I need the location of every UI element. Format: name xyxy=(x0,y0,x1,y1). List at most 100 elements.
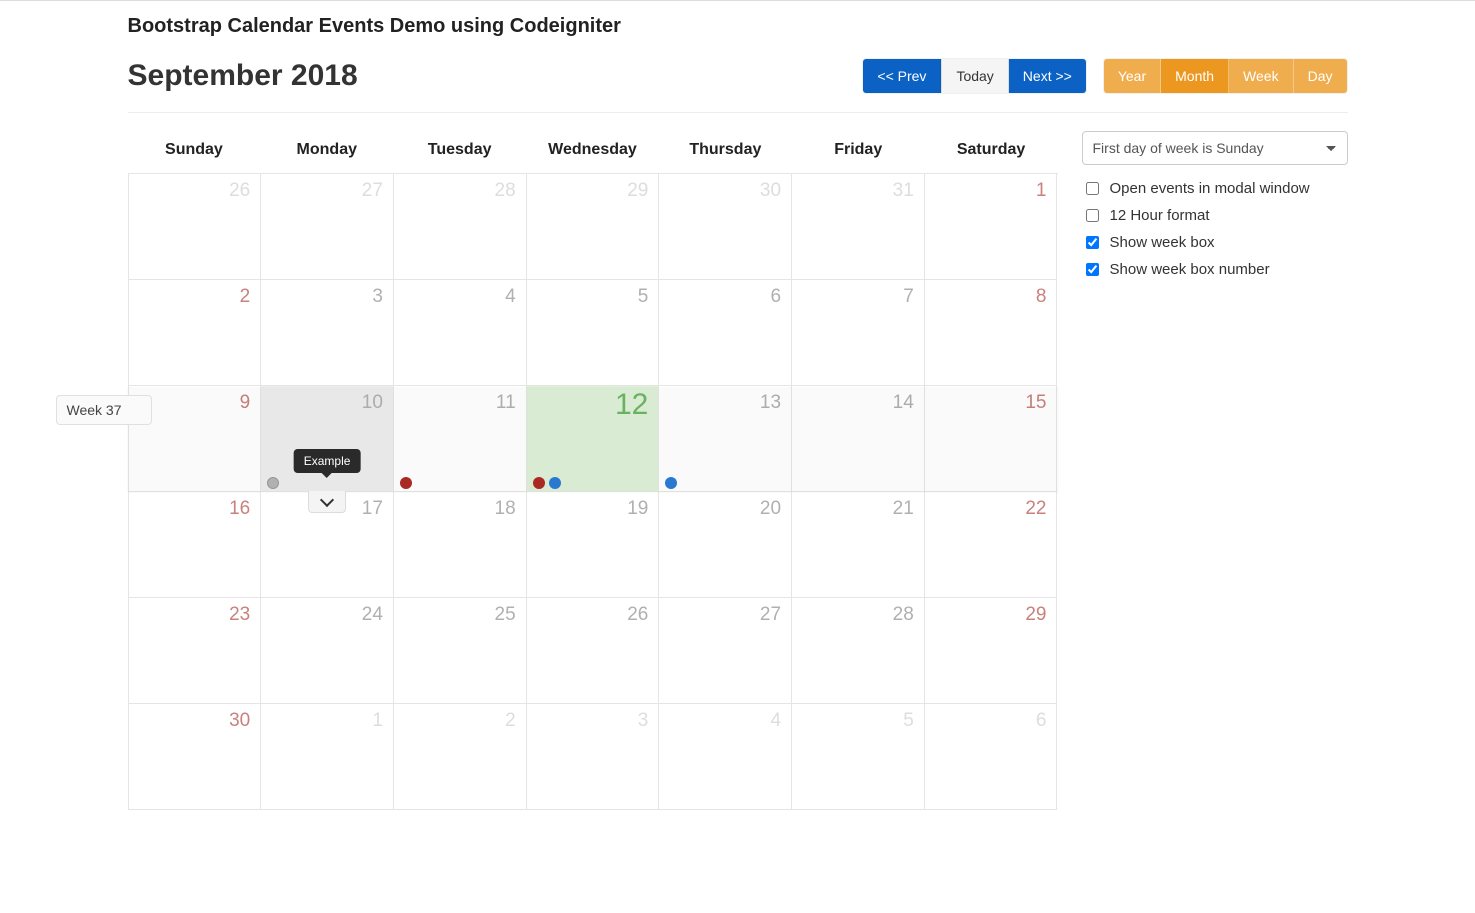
calendar-day-cell[interactable]: 8 xyxy=(925,280,1058,386)
calendar-day-cell[interactable]: 19 xyxy=(527,492,660,598)
page-title: Bootstrap Calendar Events Demo using Cod… xyxy=(128,15,1348,38)
calendar-day-cell[interactable]: 26 xyxy=(129,174,262,280)
day-number: 2 xyxy=(505,710,516,732)
calendar-day-cell[interactable]: 3 xyxy=(261,280,394,386)
calendar-day-cell[interactable]: 29 xyxy=(527,174,660,280)
option-checkbox[interactable] xyxy=(1086,236,1099,249)
calendar-day-cell[interactable]: 31 xyxy=(792,174,925,280)
day-number: 23 xyxy=(229,604,250,626)
day-number: 30 xyxy=(760,180,781,202)
calendar-day-cell[interactable]: 27 xyxy=(659,598,792,704)
calendar-day-cell[interactable]: 2 xyxy=(129,280,262,386)
expand-events-toggle[interactable] xyxy=(308,491,346,513)
calendar-day-cell[interactable]: 24 xyxy=(261,598,394,704)
view-year-button[interactable]: Year xyxy=(1104,59,1161,93)
day-number: 1 xyxy=(1036,180,1047,202)
day-number: 24 xyxy=(362,604,383,626)
calendar-day-cell[interactable]: 1 xyxy=(261,704,394,810)
calendar-day-cell[interactable]: 14 xyxy=(792,386,925,492)
calendar-day-cell[interactable]: 5 xyxy=(792,704,925,810)
option-checkbox[interactable] xyxy=(1086,209,1099,222)
day-number: 29 xyxy=(1025,604,1046,626)
day-number: 6 xyxy=(1036,710,1047,732)
event-dot[interactable] xyxy=(665,477,677,489)
day-number: 17 xyxy=(362,498,383,520)
calendar-day-cell[interactable]: 13 xyxy=(659,386,792,492)
day-number: 3 xyxy=(638,710,649,732)
calendar-day-cell[interactable]: 11 xyxy=(394,386,527,492)
day-number: 26 xyxy=(627,604,648,626)
calendar-day-cell[interactable]: 30 xyxy=(659,174,792,280)
view-day-button[interactable]: Day xyxy=(1294,59,1347,93)
calendar-day-cell[interactable]: 6 xyxy=(925,704,1058,810)
calendar-day-cell[interactable]: 6 xyxy=(659,280,792,386)
nav-button-group: << Prev Today Next >> xyxy=(862,58,1086,94)
calendar-day-cell[interactable]: 21 xyxy=(792,492,925,598)
option-checkbox[interactable] xyxy=(1086,263,1099,276)
calendar-day-cell[interactable]: 4 xyxy=(659,704,792,810)
option-label: Show week box number xyxy=(1110,261,1270,278)
day-number: 31 xyxy=(893,180,914,202)
option-label: Open events in modal window xyxy=(1110,180,1310,197)
event-dot[interactable] xyxy=(400,477,412,489)
day-number: 29 xyxy=(627,180,648,202)
calendar-day-cell[interactable]: 12 xyxy=(527,386,660,492)
next-button[interactable]: Next >> xyxy=(1009,59,1086,93)
calendar-day-cell[interactable]: 3 xyxy=(527,704,660,810)
calendar-day-cell[interactable]: 15 xyxy=(925,386,1058,492)
day-number: 4 xyxy=(505,286,516,308)
day-number: 26 xyxy=(229,180,250,202)
day-number: 11 xyxy=(496,392,516,414)
day-number: 22 xyxy=(1025,498,1046,520)
calendar-day-cell[interactable]: 23 xyxy=(129,598,262,704)
day-number: 8 xyxy=(1036,286,1047,308)
calendar-day-cell[interactable]: 29 xyxy=(925,598,1058,704)
calendar-day-cell[interactable]: 27 xyxy=(261,174,394,280)
day-number: 15 xyxy=(1025,392,1046,414)
view-month-button[interactable]: Month xyxy=(1161,59,1229,93)
day-number: 19 xyxy=(627,498,648,520)
calendar-day-cell[interactable]: 18 xyxy=(394,492,527,598)
event-dots xyxy=(665,477,677,489)
calendar-day-cell[interactable]: 1 xyxy=(925,174,1058,280)
event-dot[interactable] xyxy=(267,477,279,489)
calendar-month-title: September 2018 xyxy=(128,59,358,93)
day-number: 3 xyxy=(372,286,383,308)
day-number: 4 xyxy=(770,710,781,732)
calendar-day-cell[interactable]: 26 xyxy=(527,598,660,704)
day-number: 14 xyxy=(893,392,914,414)
chevron-down-icon xyxy=(320,493,334,507)
day-number: 9 xyxy=(240,392,251,414)
view-week-button[interactable]: Week xyxy=(1229,59,1294,93)
day-number: 7 xyxy=(903,286,914,308)
option-checkbox[interactable] xyxy=(1086,182,1099,195)
option-item[interactable]: 12 Hour format xyxy=(1082,202,1348,229)
today-button[interactable]: Today xyxy=(941,59,1008,93)
calendar-day-cell[interactable]: 7 xyxy=(792,280,925,386)
calendar-day-cell[interactable]: 10Example xyxy=(261,386,394,492)
calendar-day-cell[interactable]: 28 xyxy=(792,598,925,704)
weekday-header: Saturday xyxy=(925,131,1058,173)
first-day-select[interactable]: First day of week is Sunday xyxy=(1082,131,1348,165)
calendar-day-cell[interactable]: 16 xyxy=(129,492,262,598)
weekday-header: Monday xyxy=(260,131,393,173)
calendar-day-cell[interactable]: 22 xyxy=(925,492,1058,598)
option-item[interactable]: Show week box number xyxy=(1082,256,1348,283)
calendar-day-cell[interactable]: 20 xyxy=(659,492,792,598)
calendar-day-cell[interactable]: 5 xyxy=(527,280,660,386)
calendar-day-cell[interactable]: 25 xyxy=(394,598,527,704)
calendar-day-cell[interactable]: 2 xyxy=(394,704,527,810)
event-dot[interactable] xyxy=(533,477,545,489)
day-number: 25 xyxy=(495,604,516,626)
day-number: 28 xyxy=(893,604,914,626)
week-number-tag[interactable]: Week 37 xyxy=(56,395,152,425)
event-dots xyxy=(400,477,412,489)
calendar-day-cell[interactable]: 4 xyxy=(394,280,527,386)
calendar-day-cell[interactable]: 28 xyxy=(394,174,527,280)
prev-button[interactable]: << Prev xyxy=(863,59,941,93)
calendar-grid: 26272829303112345678910Example1112131415… xyxy=(128,173,1058,810)
option-item[interactable]: Show week box xyxy=(1082,229,1348,256)
event-dot[interactable] xyxy=(549,477,561,489)
calendar-day-cell[interactable]: 30 xyxy=(129,704,262,810)
option-item[interactable]: Open events in modal window xyxy=(1082,175,1348,202)
